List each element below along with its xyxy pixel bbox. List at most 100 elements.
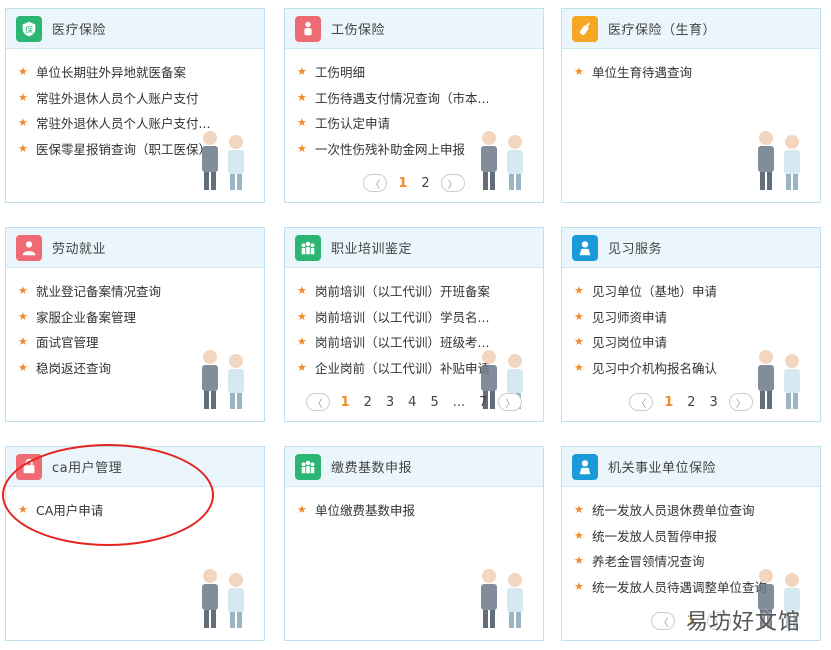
star-icon: ★ [18, 65, 28, 79]
card-medical-insurance: 保 医疗保险 ★ 单位长期驻外异地就医备案 ★ 常驻外退休人员个人账户支付 ★ 常驻外退休人员… [5, 8, 265, 203]
prev-page-button[interactable]: 〈 [629, 393, 654, 411]
card-link-item[interactable]: ★ 岗前培训（以工代训）学员名... [297, 304, 543, 330]
page-number[interactable]: 3 [383, 395, 397, 410]
card-link-item[interactable]: ★ 统一发放人员暂停申报 [574, 523, 820, 549]
star-icon: ★ [297, 503, 307, 517]
card-link-item[interactable]: ★ 见习师资申请 [574, 304, 820, 330]
card-header[interactable]: 机关事业单位保险 [562, 447, 820, 487]
card-header[interactable]: 劳动就业 [6, 228, 264, 268]
card-link-item[interactable]: ★ 工伤明细 [297, 59, 543, 85]
card-link-item[interactable]: ★ 家服企业备案管理 [18, 304, 264, 330]
page-number[interactable]: 2 [361, 395, 375, 410]
card-link-text: 医保零星报销查询（职工医保） [36, 141, 212, 157]
person-icon [572, 234, 598, 261]
card-header[interactable]: ca用户管理 [6, 447, 264, 487]
card-link-item[interactable]: ★ 见习单位（基地）申请 [574, 278, 820, 304]
card-link-text: 统一发放人员退休费单位查询 [592, 503, 755, 519]
card-item-list: ★ CA用户申请 [6, 487, 264, 523]
card-link-text: 常驻外退休人员个人账户支付... [36, 116, 211, 132]
card-link-text: 稳岗返还查询 [36, 360, 112, 376]
star-icon: ★ [297, 90, 307, 104]
card-header[interactable]: 保 医疗保险 [6, 9, 264, 49]
pagination: 〈 1 2 3 4 5... 7 〉 [285, 393, 543, 411]
star-icon: ★ [574, 335, 584, 349]
page-number[interactable]: 1 [395, 176, 410, 191]
card-link-text: 企业岗前（以工代训）补贴申请 [315, 360, 491, 376]
page-number[interactable]: 1 [661, 395, 676, 410]
card-link-item[interactable]: ★ 统一发放人员退休费单位查询 [574, 497, 820, 523]
injury-icon [295, 15, 321, 42]
card-title: 工伤保险 [331, 23, 386, 38]
prev-page-button[interactable]: 〈 [651, 612, 676, 630]
card-employment: 劳动就业 ★ 就业登记备案情况查询 ★ 家服企业备案管理 ★ 面试官管理 ★ 稳岗返还查询 [5, 227, 265, 422]
page-number[interactable]: 7 [476, 395, 490, 410]
card-internship: 见习服务 ★ 见习单位（基地）申请 ★ 见习师资申请 ★ 见习岗位申请 ★ 见习中介机构报名确认… [561, 227, 821, 422]
card-title: 见习服务 [608, 242, 663, 257]
card-link-item[interactable]: ★ 工伤待遇支付情况查询（市本... [297, 85, 543, 111]
card-header[interactable]: 职业培训鉴定 [285, 228, 543, 268]
star-icon: ★ [297, 116, 307, 130]
prev-page-button[interactable]: 〈 [305, 393, 330, 411]
star-icon: ★ [297, 141, 307, 155]
star-icon: ★ [18, 284, 28, 298]
card-title: 职业培训鉴定 [331, 242, 413, 257]
decorative-illustration [188, 562, 258, 636]
card-item-list: ★ 单位缴费基数申报 [285, 487, 543, 523]
page-number[interactable]: 2 [418, 176, 432, 191]
card-title: ca用户管理 [52, 461, 123, 476]
card-item-list: ★ 单位生育待遇查询 [562, 49, 820, 85]
star-icon: ★ [574, 503, 584, 517]
star-icon: ★ [297, 335, 307, 349]
card-link-item[interactable]: ★ CA用户申请 [18, 497, 264, 523]
bottle-icon [572, 15, 598, 42]
card-header[interactable]: 见习服务 [562, 228, 820, 268]
card-title: 医疗保险（生育） [608, 23, 717, 38]
decorative-illustration [188, 124, 258, 198]
card-header[interactable]: 医疗保险（生育） [562, 9, 820, 49]
star-icon: ★ [18, 309, 28, 323]
star-icon: ★ [18, 360, 28, 374]
card-link-text: 一次性伤残补助金网上申报 [315, 141, 466, 157]
svg-text:保: 保 [25, 24, 33, 34]
card-link-text: 面试官管理 [36, 335, 99, 351]
star-icon: ★ [574, 284, 584, 298]
star-icon: ★ [574, 360, 584, 374]
page-number[interactable]: 2 [684, 395, 698, 410]
page-number[interactable]: 1 [338, 395, 353, 410]
card-link-item[interactable]: ★ 单位生育待遇查询 [574, 59, 820, 85]
card-link-text: 工伤待遇支付情况查询（市本... [315, 90, 490, 106]
card-link-text: 见习单位（基地）申请 [592, 284, 718, 300]
star-icon: ★ [18, 335, 28, 349]
card-link-text: 家服企业备案管理 [36, 309, 137, 325]
page-number[interactable]: 5 [427, 395, 441, 410]
card-header[interactable]: 工伤保险 [285, 9, 543, 49]
card-link-item[interactable]: ★ 常驻外退休人员个人账户支付 [18, 85, 264, 111]
group-icon [295, 234, 321, 261]
prev-page-button[interactable]: 〈 [363, 174, 388, 192]
next-page-button[interactable]: 〉 [728, 393, 753, 411]
decorative-illustration [744, 124, 814, 198]
star-icon: ★ [18, 90, 28, 104]
card-link-item[interactable]: ★ 单位长期驻外异地就医备案 [18, 59, 264, 85]
ca-icon [16, 453, 42, 480]
watermark: 易坊好文馆 [685, 610, 801, 635]
page-number[interactable]: 4 [405, 395, 419, 410]
star-icon: ★ [297, 65, 307, 79]
page-number[interactable]: 3 [707, 395, 721, 410]
card-vocational-training: 职业培训鉴定 ★ 岗前培训（以工代训）开班备案 ★ 岗前培训（以工代训）学员名... ★ 岗… [284, 227, 544, 422]
worker-icon [16, 234, 42, 261]
next-page-button[interactable]: 〉 [440, 174, 465, 192]
card-header[interactable]: 缴费基数申报 [285, 447, 543, 487]
page-number[interactable]: ... [450, 395, 468, 410]
card-link-item[interactable]: ★ 单位缴费基数申报 [297, 497, 543, 523]
card-link-text: 单位缴费基数申报 [315, 503, 416, 519]
card-injury-insurance: 工伤保险 ★ 工伤明细 ★ 工伤待遇支付情况查询（市本... ★ 工伤认定申请 ★ 一次性伤残补… [284, 8, 544, 203]
star-icon: ★ [18, 116, 28, 130]
card-link-text: 统一发放人员暂停申报 [592, 528, 718, 544]
next-page-button[interactable]: 〉 [498, 393, 523, 411]
card-link-text: 常驻外退休人员个人账户支付 [36, 90, 199, 106]
card-maternity-insurance: 医疗保险（生育） ★ 单位生育待遇查询 [561, 8, 821, 203]
pagination: 〈 1 2 〉 [285, 174, 543, 192]
card-link-item[interactable]: ★ 岗前培训（以工代训）开班备案 [297, 278, 543, 304]
card-link-item[interactable]: ★ 就业登记备案情况查询 [18, 278, 264, 304]
